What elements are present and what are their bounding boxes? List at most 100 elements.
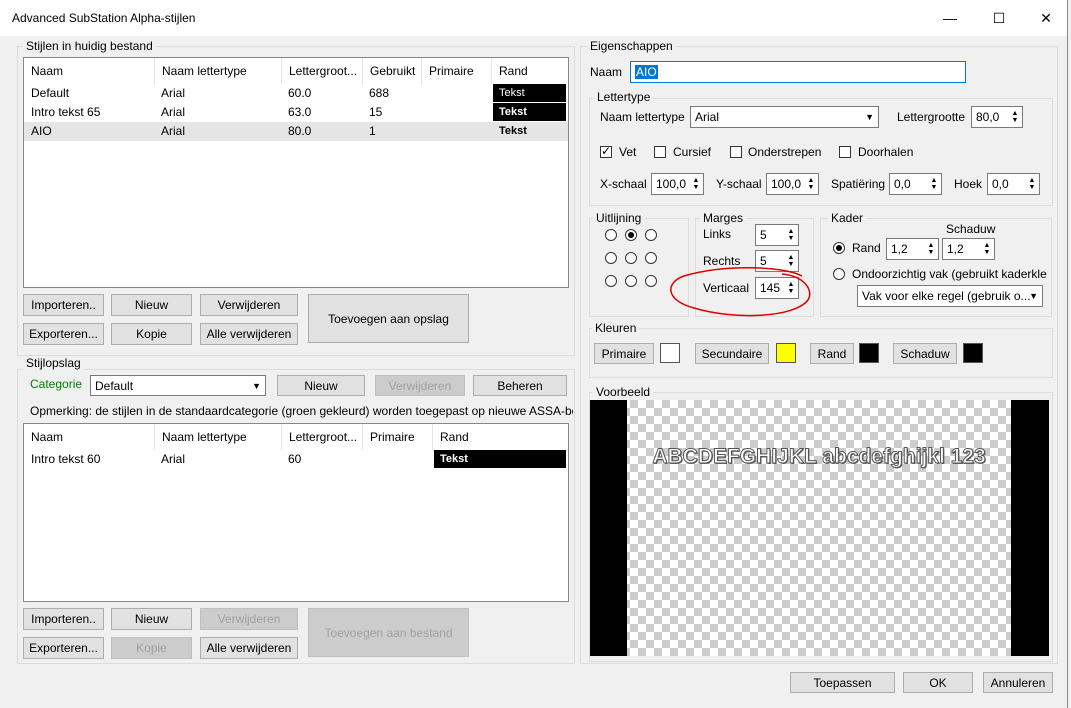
outline-width-spinner[interactable]: 1,2 ▲ ▼ — [886, 238, 939, 260]
storage-label: Stijlopslag — [23, 356, 84, 370]
styles-list[interactable]: Naam Naam lettertype Lettergroot... Gebr… — [23, 57, 569, 288]
row-size: 60 — [288, 452, 302, 466]
cancel-button[interactable]: Annuleren — [983, 672, 1053, 693]
apply-button[interactable]: Toepassen — [790, 672, 895, 693]
table-row[interactable]: Intro tekst 60 Arial 60 Tekst — [24, 450, 568, 469]
col-header-used[interactable]: Gebruikt — [363, 58, 422, 84]
delete-style-button[interactable]: Verwijderen — [200, 294, 298, 316]
storage-list[interactable]: Naam Naam lettertype Lettergroot... Prim… — [23, 423, 569, 602]
colors-label: Kleuren — [592, 321, 640, 335]
font-name-value: Arial — [695, 110, 720, 124]
col-header-name[interactable]: Naam — [24, 424, 155, 450]
preview-left-bar — [590, 400, 627, 656]
manage-button[interactable]: Beheren — [473, 375, 567, 396]
col-header-font[interactable]: Naam lettertype — [155, 424, 282, 450]
secondary-color-button[interactable]: Secundaire — [695, 343, 769, 364]
bold-checkbox[interactable]: ✓ — [600, 144, 612, 158]
storage-import-button[interactable]: Importeren.. — [23, 608, 104, 630]
col-header-name[interactable]: Naam — [24, 58, 155, 84]
table-row[interactable]: Default Arial 60.0 688 Tekst — [24, 84, 568, 103]
spinner-arrows-icon[interactable]: ▲ ▼ — [926, 242, 936, 257]
spinner-arrows-icon[interactable]: ▲ ▼ — [691, 177, 701, 192]
angle-spinner[interactable]: 0,0 ▲ ▼ — [987, 173, 1040, 195]
italic-checkbox[interactable] — [654, 146, 666, 158]
spinner-arrows-icon[interactable]: ▲ ▼ — [1010, 110, 1020, 125]
new-style-button[interactable]: Nieuw — [111, 294, 192, 316]
row-name: Intro tekst 65 — [31, 105, 101, 119]
outline-color-button[interactable]: Rand — [810, 343, 854, 364]
storage-export-button[interactable]: Exporteren... — [23, 637, 104, 659]
ok-button[interactable]: OK — [903, 672, 973, 693]
box-type-select[interactable]: Vak voor elke regel (gebruik o... ▼ — [857, 285, 1043, 307]
align-bottom-left-radio[interactable] — [605, 275, 617, 287]
row-name: AIO — [31, 124, 52, 138]
col-header-font[interactable]: Naam lettertype — [155, 58, 282, 84]
row-border-preview: Tekst — [499, 125, 527, 137]
add-to-storage-button[interactable]: Toevoegen aan opslag — [308, 294, 469, 343]
table-row-selected[interactable]: AIO Arial 80.0 1 Tekst — [24, 122, 568, 141]
outline-color-swatch[interactable] — [859, 343, 879, 363]
y-scale-label: Y-schaal — [716, 177, 762, 191]
col-header-size[interactable]: Lettergroot... — [282, 58, 363, 84]
align-top-center-radio[interactable] — [625, 229, 637, 241]
storage-new-style-button[interactable]: Nieuw — [111, 608, 192, 630]
category-select[interactable]: Default ▼ — [90, 375, 266, 396]
angle-label: Hoek — [954, 177, 983, 191]
align-middle-right-radio[interactable] — [645, 252, 657, 264]
storage-delete-all-button[interactable]: Alle verwijderen — [200, 637, 298, 659]
close-button[interactable]: ✕ — [1023, 0, 1069, 36]
opaque-box-radio[interactable] — [833, 268, 845, 280]
font-name-select[interactable]: Arial ▼ — [690, 106, 879, 128]
storage-delete-button: Verwijderen — [375, 375, 465, 396]
y-scale-spinner[interactable]: 100,0 ▲ ▼ — [766, 173, 819, 195]
maximize-button[interactable]: ☐ — [976, 0, 1022, 36]
align-middle-left-radio[interactable] — [605, 252, 617, 264]
import-button[interactable]: Importeren.. — [23, 294, 104, 316]
secondary-color-swatch[interactable] — [776, 343, 796, 363]
align-middle-center-radio[interactable] — [625, 252, 637, 264]
shadow-width-spinner[interactable]: 1,2 ▲ ▼ — [942, 238, 995, 260]
style-name-input[interactable]: AIO — [630, 61, 966, 83]
outline-radio[interactable] — [833, 242, 845, 254]
primary-color-button[interactable]: Primaire — [594, 343, 654, 364]
row-size: 80.0 — [288, 124, 312, 138]
spinner-arrows-icon[interactable]: ▲ ▼ — [1027, 177, 1037, 192]
category-label: Categorie — [30, 377, 83, 391]
col-header-primary[interactable]: Primaire — [363, 424, 433, 450]
copy-style-button[interactable]: Kopie — [111, 323, 192, 345]
align-bottom-center-radio[interactable] — [625, 275, 637, 287]
spinner-arrows-icon[interactable]: ▲ ▼ — [806, 177, 816, 192]
font-size-spinner[interactable]: 80,0 ▲ ▼ — [971, 106, 1023, 128]
storage-new-button[interactable]: Nieuw — [277, 375, 365, 396]
export-button[interactable]: Exporteren... — [23, 323, 104, 345]
strikeout-label: Doorhalen — [858, 145, 914, 159]
spacing-spinner[interactable]: 0,0 ▲ ▼ — [889, 173, 942, 195]
col-header-border[interactable]: Rand — [492, 58, 568, 84]
minimize-button[interactable]: — — [927, 0, 973, 36]
spinner-arrows-icon[interactable]: ▲ ▼ — [929, 177, 939, 192]
row-used: 1 — [369, 124, 376, 138]
col-header-primary[interactable]: Primaire — [422, 58, 492, 84]
align-top-right-radio[interactable] — [645, 229, 657, 241]
underline-checkbox[interactable] — [730, 146, 742, 158]
margins-label: Marges — [700, 211, 747, 225]
row-used: 688 — [369, 86, 390, 100]
strikeout-checkbox[interactable] — [839, 146, 851, 158]
table-row[interactable]: Intro tekst 65 Arial 63.0 15 Tekst — [24, 103, 568, 122]
add-to-file-button: Toevoegen aan bestand — [308, 608, 469, 657]
alignment-label: Uitlijning — [593, 211, 645, 225]
align-top-left-radio[interactable] — [605, 229, 617, 241]
delete-all-button[interactable]: Alle verwijderen — [200, 323, 298, 345]
x-scale-value: 100,0 — [656, 177, 687, 191]
spinner-arrows-icon[interactable]: ▲ ▼ — [786, 228, 796, 243]
primary-color-swatch[interactable] — [660, 343, 680, 363]
shadow-color-swatch[interactable] — [963, 343, 983, 363]
col-header-size[interactable]: Lettergroot... — [282, 424, 363, 450]
left-margin-spinner[interactable]: 5 ▲ ▼ — [755, 224, 799, 246]
align-bottom-right-radio[interactable] — [645, 275, 657, 287]
shadow-color-button[interactable]: Schaduw — [893, 343, 957, 364]
x-scale-spinner[interactable]: 100,0 ▲ ▼ — [651, 173, 704, 195]
outline-width-value: 1,2 — [891, 242, 908, 256]
col-header-border[interactable]: Rand — [433, 424, 568, 450]
spinner-arrows-icon[interactable]: ▲ ▼ — [982, 242, 992, 257]
